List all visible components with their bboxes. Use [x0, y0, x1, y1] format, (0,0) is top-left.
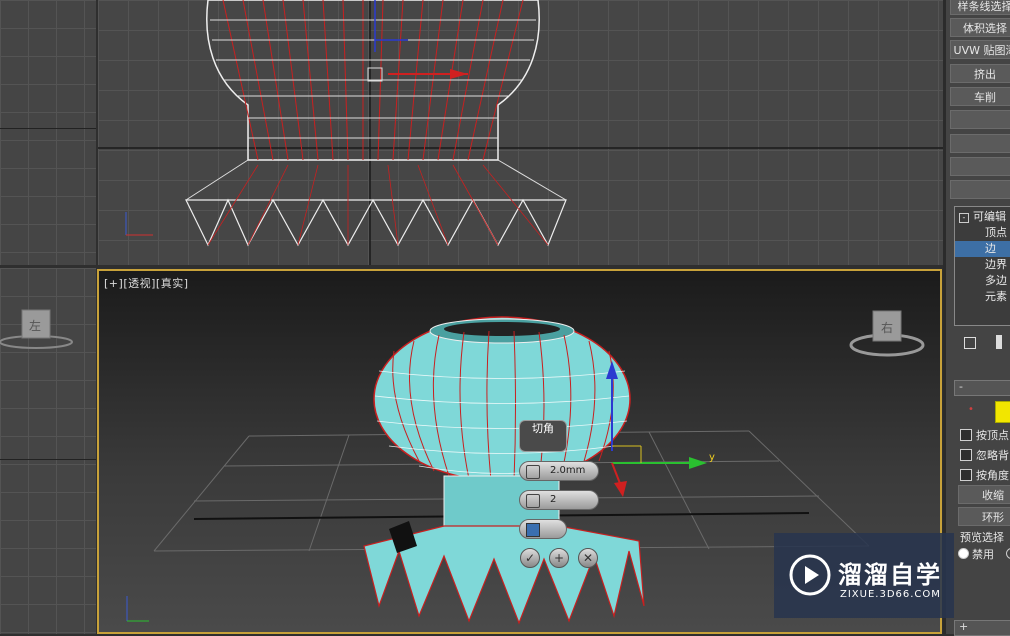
chamfer-apply-button[interactable]: +: [549, 548, 569, 568]
watermark: 溜溜自学 ZIXUE.3D66.COM: [774, 533, 954, 618]
chamfer-open-icon: [526, 523, 540, 537]
edge-subobject-icon[interactable]: [995, 401, 1010, 423]
modifier-button[interactable]: [950, 110, 1010, 129]
shrink-button[interactable]: 收缩: [958, 485, 1010, 504]
preview-disabled-label: 禁用: [972, 548, 994, 561]
chamfer-open-toggle[interactable]: [519, 519, 567, 539]
chamfer-segments-icon: [526, 494, 540, 508]
watermark-url: ZIXUE.3D66.COM: [840, 589, 941, 600]
modifier-button[interactable]: UVW 贴图添: [950, 40, 1010, 59]
stack-item-root[interactable]: - 可编辑: [955, 209, 1010, 225]
ignore-backfacing-checkbox[interactable]: [960, 449, 972, 461]
grid-axis-line: [0, 128, 96, 129]
gizmo-y-label: y: [709, 452, 715, 463]
rollout-collapse-label: -: [959, 380, 963, 393]
preview-disabled-radio[interactable]: [958, 548, 969, 559]
collapse-icon: -: [959, 213, 969, 223]
modifier-button[interactable]: [950, 134, 1010, 153]
modifier-button[interactable]: 车削: [950, 87, 1010, 106]
chamfer-amount-icon: [526, 465, 540, 479]
by-angle-label: 按角度: [976, 469, 1009, 482]
viewcube-face-label[interactable]: 右: [881, 319, 893, 336]
chamfer-cancel-button[interactable]: ✕: [578, 548, 598, 568]
check-icon: ✓: [524, 551, 536, 565]
modifier-button[interactable]: 体积选择: [950, 18, 1010, 37]
stack-item-element[interactable]: 元素: [955, 289, 1010, 305]
chamfer-amount-field[interactable]: 2.0mm: [519, 461, 599, 481]
rollout-expand-label: +: [959, 620, 969, 633]
grid-axis-line: [0, 459, 96, 460]
viewcube-face-label: 左: [29, 319, 42, 333]
ring-button[interactable]: 环形: [958, 507, 1010, 526]
stack-item-border[interactable]: 边界: [955, 257, 1010, 273]
modifier-stack: - 可编辑 顶点 边 边界 多边 元素: [954, 206, 1010, 326]
chamfer-amount-value: 2.0mm: [550, 465, 586, 476]
show-end-result-icon[interactable]: [996, 335, 1002, 349]
play-logo-icon: [789, 554, 831, 596]
viewport-menu-plus[interactable]: [+]: [104, 277, 123, 290]
by-vertex-checkbox[interactable]: [960, 429, 972, 441]
x-icon: ✕: [582, 551, 594, 565]
pin-stack-icon[interactable]: [964, 337, 976, 349]
stack-item-edge[interactable]: 边: [955, 241, 1010, 257]
stack-item-vertex[interactable]: 顶点: [955, 225, 1010, 241]
by-vertex-label: 按顶点: [976, 429, 1009, 442]
chamfer-segments-value: 2: [550, 494, 557, 505]
modifier-button[interactable]: 挤出: [950, 64, 1010, 83]
chamfer-caddy-title[interactable]: 切角: [519, 420, 567, 452]
viewport-left[interactable]: 左: [0, 268, 96, 634]
chamfer-ok-button[interactable]: ✓: [520, 548, 540, 568]
preview-selection-label: 预览选择: [960, 531, 1004, 544]
modifier-button[interactable]: 样条线选择: [950, 0, 1010, 15]
viewport-view-menu[interactable]: [透视]: [123, 277, 156, 290]
rollout-header[interactable]: -: [954, 380, 1010, 396]
modifier-button[interactable]: [950, 157, 1010, 176]
front-wireframe: [98, 0, 943, 265]
vertex-subobject-icon[interactable]: •: [968, 404, 982, 416]
viewport-front[interactable]: [98, 0, 943, 265]
ignore-backfacing-label: 忽略背: [976, 449, 1009, 462]
preview-option-radio[interactable]: [1006, 548, 1010, 559]
stack-item-polygon[interactable]: 多边: [955, 273, 1010, 289]
viewport-shading-menu[interactable]: [真实]: [156, 277, 189, 290]
modifier-button[interactable]: [950, 180, 1010, 199]
viewcube-left[interactable]: [0, 268, 96, 634]
plus-icon: +: [553, 551, 565, 565]
viewport-label: [+][透视][真实]: [104, 275, 189, 291]
chamfer-segments-field[interactable]: 2: [519, 490, 599, 510]
viewport-top-left[interactable]: [0, 0, 96, 265]
watermark-title: 溜溜自学: [838, 561, 942, 589]
by-angle-checkbox[interactable]: [960, 469, 972, 481]
